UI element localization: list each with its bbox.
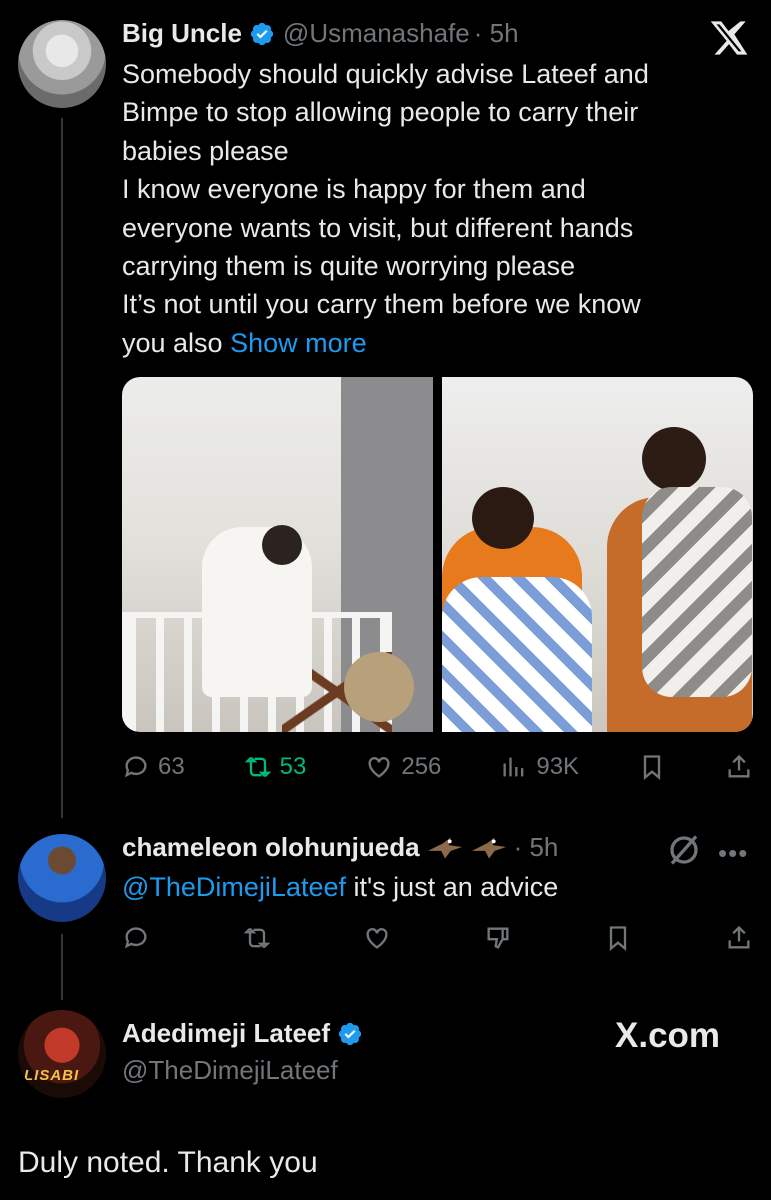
tweet-text: it's just an advice bbox=[346, 872, 559, 902]
tweet-header: chameleon olohunjueda · 5h bbox=[122, 832, 558, 863]
avatar[interactable] bbox=[18, 20, 106, 108]
tweet-text: Duly noted. Thank you bbox=[18, 1146, 318, 1179]
share-button[interactable] bbox=[725, 753, 753, 781]
nursery-photo[interactable] bbox=[122, 377, 433, 732]
downvote-button[interactable] bbox=[484, 924, 512, 952]
downvote-icon bbox=[487, 927, 509, 949]
reply-count: 63 bbox=[158, 753, 185, 780]
handle-row: @TheDimejiLateef bbox=[122, 1055, 338, 1086]
tweet-body: @TheDimejiLateef it's just an advice bbox=[122, 868, 558, 906]
like-button[interactable]: 256 bbox=[365, 753, 441, 781]
bookmark-button[interactable] bbox=[604, 924, 632, 952]
eagle-emoji-icon bbox=[471, 837, 506, 858]
repost-count: 53 bbox=[279, 753, 307, 780]
baby-blanket bbox=[642, 487, 752, 697]
like-icon bbox=[366, 928, 388, 949]
repost-button[interactable] bbox=[243, 924, 271, 952]
mother-head bbox=[472, 487, 534, 549]
avatar[interactable] bbox=[18, 834, 106, 922]
family-photo[interactable] bbox=[442, 377, 753, 732]
repost-icon bbox=[243, 927, 270, 949]
reply-icon bbox=[124, 756, 147, 778]
display-name[interactable]: chameleon olohunjueda bbox=[122, 832, 420, 863]
display-name[interactable]: Adedimeji Lateef bbox=[122, 1018, 330, 1049]
bookmark-button[interactable] bbox=[638, 753, 666, 781]
bookmark-icon bbox=[643, 755, 661, 780]
more-icon[interactable]: ••• bbox=[718, 838, 748, 869]
mention-link[interactable]: @TheDimejiLateef bbox=[122, 872, 346, 902]
xcom-logo: X.com bbox=[615, 1016, 721, 1055]
avatar-logo-text: LISABI bbox=[24, 1067, 80, 1084]
verified-badge-icon bbox=[338, 1022, 362, 1045]
reply-button[interactable]: 63 bbox=[122, 753, 185, 781]
bookmark-icon bbox=[610, 926, 627, 951]
tweet-actions bbox=[122, 918, 753, 958]
tweet-actions: 63 53 256 93K bbox=[122, 747, 753, 787]
display-name[interactable]: Big Uncle bbox=[122, 18, 242, 49]
avatar[interactable]: LISABI bbox=[18, 1010, 106, 1098]
like-icon bbox=[368, 757, 390, 778]
like-button[interactable] bbox=[363, 924, 391, 952]
thread-line bbox=[61, 934, 63, 1000]
tweet-header: Big Uncle @Usmanashafe · 5h bbox=[122, 18, 519, 49]
tweet-header: Adedimeji Lateef bbox=[122, 1018, 371, 1049]
thread-line bbox=[61, 118, 63, 818]
baby-blanket bbox=[442, 577, 592, 732]
like-count: 256 bbox=[401, 753, 442, 780]
verified-badge-icon bbox=[250, 22, 274, 45]
user-handle[interactable]: @Usmanashafe bbox=[283, 18, 470, 49]
timestamp[interactable]: · 5h bbox=[474, 18, 519, 49]
tweet-media[interactable] bbox=[122, 377, 753, 732]
timestamp[interactable]: · 5h bbox=[514, 832, 559, 863]
reply-icon bbox=[124, 927, 147, 949]
user-handle[interactable]: @TheDimejiLateef bbox=[122, 1055, 338, 1086]
visitor-head bbox=[642, 427, 706, 491]
eagle-emoji-icon bbox=[427, 837, 462, 858]
tweet-text: Somebody should quickly advise Lateef an… bbox=[122, 59, 649, 358]
reply-button[interactable] bbox=[122, 924, 150, 952]
x-logo-icon[interactable] bbox=[708, 18, 750, 58]
repost-icon bbox=[244, 756, 271, 778]
grok-icon[interactable] bbox=[666, 832, 702, 868]
show-more-link[interactable]: Show more bbox=[230, 328, 367, 358]
views-button[interactable]: 93K bbox=[500, 753, 579, 781]
teddy-bear bbox=[344, 652, 414, 722]
share-icon bbox=[728, 925, 750, 949]
share-icon bbox=[728, 754, 750, 778]
views-count: 93K bbox=[536, 753, 580, 780]
tweet-body: Somebody should quickly advise Lateef an… bbox=[122, 55, 752, 362]
repost-button[interactable]: 53 bbox=[244, 753, 307, 781]
views-icon bbox=[503, 757, 524, 777]
share-button[interactable] bbox=[725, 924, 753, 952]
man-head bbox=[262, 525, 302, 565]
